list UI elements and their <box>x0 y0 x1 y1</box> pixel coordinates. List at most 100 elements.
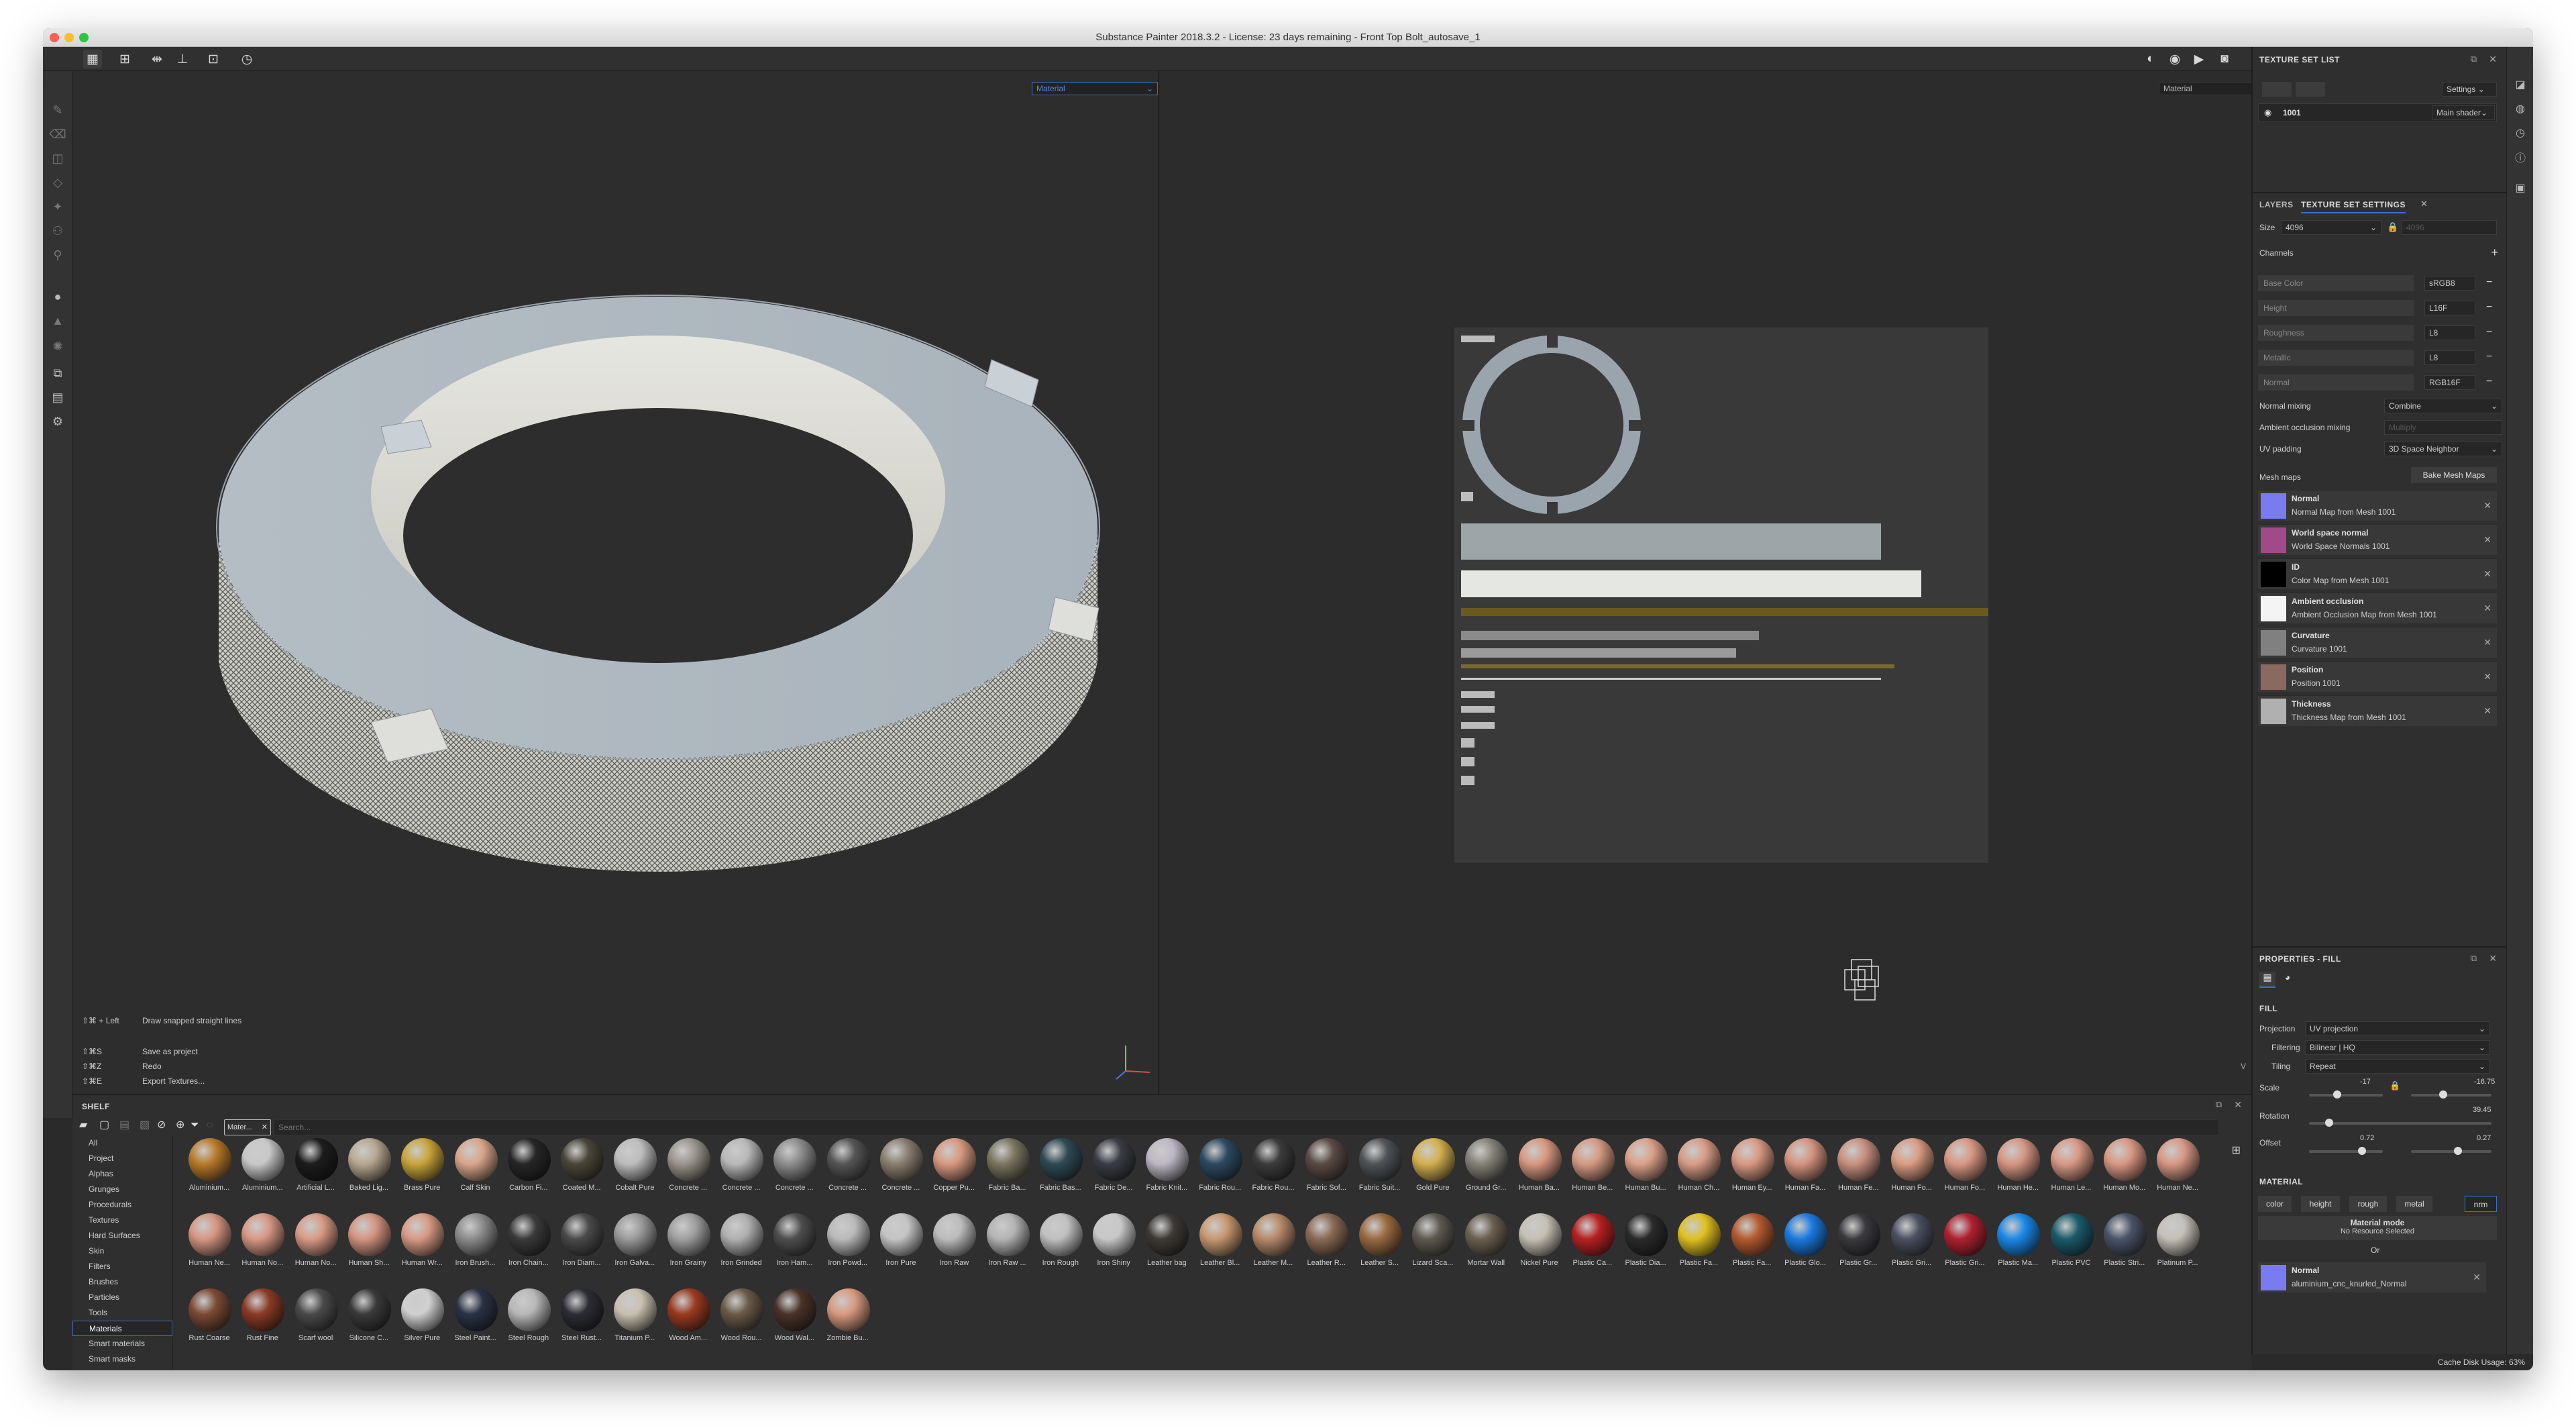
scale-u-slider[interactable] <box>2309 1090 2383 1099</box>
material-thumbnail[interactable]: Human No... <box>237 1213 288 1272</box>
material-thumbnail[interactable]: Iron Rough <box>1035 1213 1086 1272</box>
python-icon[interactable]: ⧉ <box>48 364 67 383</box>
plugin-icon[interactable]: ⚙ <box>48 412 67 431</box>
float-panel-icon[interactable]: ⧉ <box>2471 953 2477 964</box>
channel-row[interactable]: Base Color <box>2258 275 2414 291</box>
tiling-select[interactable]: Repeat ⌄ <box>2305 1059 2490 1074</box>
material-thumbnail[interactable]: Copper Pu... <box>928 1138 979 1197</box>
slider-knob[interactable] <box>2332 1090 2341 1099</box>
smudge-icon[interactable]: ✦ <box>48 197 67 216</box>
material-thumbnail[interactable]: Plastic PVC <box>2046 1213 2097 1272</box>
material-thumbnail[interactable]: Calf Skin <box>450 1138 501 1197</box>
mesh-map-slot[interactable]: Thickness Thickness Map from Mesh 1001 ✕ <box>2258 695 2497 726</box>
material-thumbnail[interactable]: Platinum P... <box>2152 1213 2203 1272</box>
add-channel-icon[interactable]: + <box>2491 246 2498 260</box>
material-thumbnail[interactable]: Human He... <box>1992 1138 2043 1197</box>
save-icon[interactable]: ▤ <box>119 1118 129 1131</box>
viewport-2d[interactable]: Material⌄ <box>1161 71 2286 1094</box>
lock-icon[interactable]: 🔒 <box>2387 221 2398 233</box>
material-thumbnail[interactable]: Concrete ... <box>875 1138 926 1197</box>
uv-padding-select[interactable]: 3D Space Neighbor ⌄ <box>2384 442 2502 456</box>
material-thumbnail[interactable]: Human Be... <box>1567 1138 1618 1197</box>
close-panel-icon[interactable]: ✕ <box>2489 54 2497 65</box>
shelf-category-smart-materials[interactable]: Smart materials <box>72 1336 172 1352</box>
shelf-category-hard-surfaces[interactable]: Hard Surfaces <box>72 1228 172 1243</box>
material-sphere-icon[interactable]: ◕ <box>2279 972 2296 988</box>
shelf-category-all[interactable]: All <box>72 1135 172 1151</box>
lock-icon[interactable]: 🔒 <box>2390 1080 2400 1091</box>
texture-set-icon[interactable]: ▣ <box>2512 180 2528 196</box>
offset-u-slider[interactable] <box>2309 1147 2383 1155</box>
material-thumbnail[interactable]: Fabric Bas... <box>1035 1138 1086 1197</box>
material-thumbnail[interactable]: Human Bu... <box>1620 1138 1671 1197</box>
frame-icon[interactable]: ⊡ <box>204 50 223 68</box>
material-thumbnail[interactable]: Human Ne... <box>2152 1138 2203 1197</box>
material-thumbnail[interactable]: Iron Shiny <box>1088 1213 1139 1272</box>
material-thumbnail[interactable]: Iron Ham... <box>769 1213 820 1272</box>
remove-icon[interactable]: ✕ <box>2483 671 2491 682</box>
material-thumbnail[interactable]: Wood Rou... <box>716 1288 767 1347</box>
material-thumbnail[interactable]: Plastic Stri... <box>2099 1213 2150 1272</box>
remove-icon[interactable]: ✕ <box>2473 1272 2481 1283</box>
material-thumbnail[interactable]: Iron Raw ... <box>982 1213 1033 1272</box>
log-icon[interactable]: ⓘ <box>2512 149 2528 165</box>
history-icon[interactable]: ◷ <box>2512 125 2528 141</box>
material-thumbnail[interactable]: Concrete ... <box>769 1138 820 1197</box>
material-mode-box[interactable]: Material mode No Resource Selected <box>2258 1216 2497 1240</box>
material-thumbnail[interactable]: Human Ne... <box>184 1213 235 1272</box>
projection-icon[interactable]: ◫ <box>48 149 67 168</box>
material-thumbnail[interactable]: Aluminium... <box>184 1138 235 1197</box>
viewport-3d[interactable]: Material ⌄ ⇧⌘ + Left Draw snapped straig… <box>72 71 1159 1094</box>
shader-select[interactable]: Main shader⌄ <box>2432 105 2495 120</box>
shelf-category-materials[interactable]: Materials <box>72 1321 172 1336</box>
channel-format-select[interactable]: L16F <box>2424 301 2475 315</box>
rotation-slider[interactable] <box>2309 1119 2491 1127</box>
channel-row[interactable]: Roughness <box>2258 325 2414 341</box>
channel-row[interactable]: Metallic <box>2258 350 2414 366</box>
channel-button-color[interactable]: color <box>2258 1196 2292 1212</box>
new-folder-icon[interactable]: ▢ <box>99 1118 109 1131</box>
bake-icon[interactable]: ● <box>48 287 67 306</box>
float-panel-icon[interactable]: ⧉ <box>2471 54 2477 64</box>
video-icon[interactable]: ▶ <box>2190 50 2208 68</box>
remove-channel-icon[interactable]: − <box>2486 301 2492 313</box>
mesh-map-slot[interactable]: ID Color Map from Mesh 1001 ✕ <box>2258 558 2497 589</box>
shelf-category-skin[interactable]: Skin <box>72 1243 172 1259</box>
document-icon[interactable]: ▤ <box>48 388 67 407</box>
filter-icon[interactable]: ⏷ <box>191 1119 199 1131</box>
mesh-map-slot[interactable]: World space normal World Space Normals 10… <box>2258 524 2497 555</box>
layout-grid-icon[interactable]: ▦ <box>83 50 102 68</box>
shelf-category-brushes[interactable]: Brushes <box>72 1274 172 1290</box>
material-thumbnail[interactable]: Ground Gr... <box>1460 1138 1511 1197</box>
normal-mixing-select[interactable]: Combine ⌄ <box>2384 399 2502 413</box>
slider-knob[interactable] <box>2453 1147 2462 1155</box>
material-thumbnail[interactable]: Plastic Gr... <box>1833 1213 1884 1272</box>
material-thumbnail[interactable]: Fabric Suit... <box>1354 1138 1405 1197</box>
import-icon[interactable]: ⊕ <box>176 1118 184 1131</box>
material-thumbnail[interactable]: Rust Fine <box>237 1288 288 1347</box>
grid-4x-icon[interactable]: ⊞ <box>115 50 134 68</box>
filter-tag[interactable]: Mater... ✕ <box>224 1119 271 1135</box>
material-thumbnail[interactable]: Fabric De... <box>1088 1138 1139 1197</box>
mesh-map-slot[interactable]: Position Position 1001 ✕ <box>2258 661 2497 692</box>
remove-icon[interactable]: ✕ <box>2483 568 2491 580</box>
polygon-fill-icon[interactable]: ◇ <box>48 173 67 192</box>
float-panel-icon[interactable]: ⧉ <box>2216 1099 2222 1110</box>
material-thumbnail[interactable]: Brass Pure <box>396 1138 447 1197</box>
symmetry-icon[interactable]: ⊥ <box>173 50 192 68</box>
remove-channel-icon[interactable]: − <box>2486 351 2492 363</box>
material-thumbnail[interactable]: Steel Rough <box>503 1288 554 1347</box>
close-panel-icon[interactable]: ✕ <box>2489 953 2497 964</box>
material-thumbnail[interactable]: Concrete ... <box>716 1138 767 1197</box>
visibility-radio-icon[interactable]: ◉ <box>2264 107 2271 118</box>
paint-brush-icon[interactable]: ✎ <box>48 101 67 119</box>
material-thumbnail[interactable]: Silver Pure <box>396 1288 447 1347</box>
material-thumbnail[interactable]: Fabric Ba... <box>982 1138 1033 1197</box>
material-thumbnail[interactable]: Rust Coarse <box>184 1288 235 1347</box>
shelf-category-smart-masks[interactable]: Smart masks <box>72 1352 172 1367</box>
material-thumbnail[interactable]: Iron Chain... <box>503 1213 554 1272</box>
remove-icon[interactable]: ✕ <box>2483 637 2491 648</box>
channel-button-nrm[interactable]: nrm <box>2465 1196 2497 1212</box>
fill-properties-icon[interactable]: ▦ <box>2259 972 2275 988</box>
material-thumbnail[interactable]: Scarf wool <box>290 1288 341 1347</box>
